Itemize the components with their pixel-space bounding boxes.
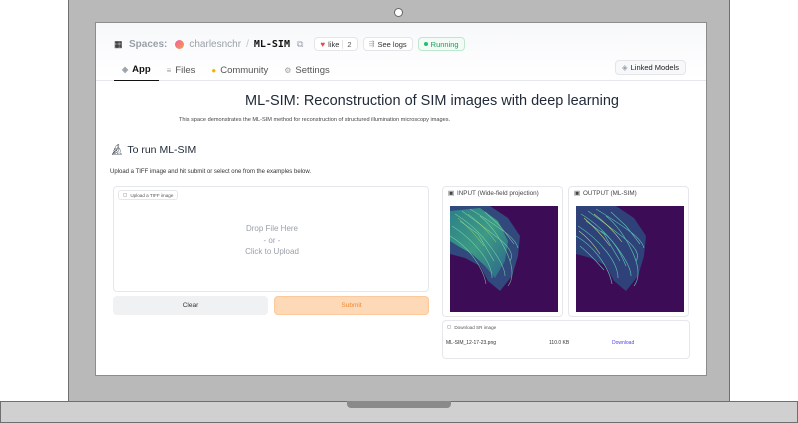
tab-community[interactable]: ● Community: [203, 59, 276, 81]
clear-button[interactable]: Clear: [113, 296, 268, 315]
owner-avatar[interactable]: [175, 39, 185, 49]
page-description: This space demonstrates the ML-SIM metho…: [179, 117, 451, 123]
browser-screen: ▦ Spaces: charlesnchr / ML-SIM ⧉ ♥ like …: [95, 22, 707, 376]
settings-icon: ⚙: [284, 65, 292, 75]
output-image-panel: ▣ OUTPUT (ML-SIM): [568, 186, 689, 317]
see-logs-label: See logs: [377, 39, 407, 49]
file-upload-dropzone[interactable]: ▢ Upload a TIFF image Drop File Here - o…: [113, 186, 429, 292]
download-filesize: 110.0 KB: [549, 340, 570, 346]
tab-settings-label: Settings: [295, 64, 330, 76]
heart-icon: ♥: [320, 39, 326, 49]
input-image: [450, 206, 558, 312]
linked-models-button[interactable]: ◈ Linked Models: [614, 60, 686, 75]
tab-settings[interactable]: ⚙ Settings: [276, 59, 338, 81]
repo-name[interactable]: ML-SIM: [254, 39, 290, 50]
linked-models-icon: ◈: [621, 63, 628, 72]
drop-line-3: Click to Upload: [245, 247, 299, 256]
laptop-frame: ▦ Spaces: charlesnchr / ML-SIM ⧉ ♥ like …: [0, 0, 798, 423]
drop-line-1: Drop File Here: [245, 224, 298, 233]
instructions-text: Upload a TIFF image and hit submit or se…: [110, 169, 311, 175]
laptop-camera: [394, 8, 403, 17]
space-header: ▦ Spaces: charlesnchr / ML-SIM ⧉ ♥ like …: [96, 23, 706, 81]
file-icon: ▢: [447, 324, 452, 329]
like-button[interactable]: ♥ like 2: [314, 37, 358, 51]
input-panel-label: ▣ INPUT (Wide-field projection): [448, 190, 539, 197]
like-count: 2: [342, 39, 352, 49]
see-logs-button[interactable]: ⇶ See logs: [362, 37, 413, 51]
laptop-notch: [347, 401, 451, 408]
submit-button[interactable]: Submit: [274, 296, 429, 315]
tab-app-label: App: [132, 64, 151, 75]
community-icon: ●: [211, 65, 217, 75]
image-icon: ▣: [574, 190, 580, 197]
copy-icon[interactable]: ⧉: [297, 39, 303, 50]
upload-label: ▢ Upload a TIFF image: [118, 190, 179, 200]
download-link[interactable]: Download: [612, 340, 634, 346]
section-heading: 🔬︎ To run ML-SIM: [110, 143, 197, 157]
drop-line-2: - or -: [263, 235, 281, 245]
upload-label-text: Upload a TIFF image: [130, 192, 174, 198]
status-badge: Running: [417, 37, 465, 51]
path-separator: /: [246, 38, 249, 50]
download-label-text: Download SR image: [454, 324, 497, 330]
files-icon: ≡: [166, 65, 172, 75]
app-icon: ◈: [122, 65, 129, 74]
owner-link[interactable]: charlesnchr: [189, 39, 241, 50]
tab-files-label: Files: [175, 64, 196, 76]
spaces-label[interactable]: Spaces:: [129, 39, 167, 50]
microscope-icon: 🔬︎: [110, 144, 124, 156]
output-image-cells: [576, 206, 684, 312]
download-filename: ML-SIM_12-17-23.png: [446, 340, 497, 346]
page-title: ML-SIM: Reconstruction of SIM images wit…: [245, 93, 619, 109]
download-box: ▢ Download SR image ML-SIM_12-17-23.png …: [442, 320, 690, 359]
output-panel-label: ▣ OUTPUT (ML-SIM): [574, 190, 637, 197]
input-image-cells: [450, 206, 558, 312]
drop-instructions: Drop File Here - or - Click to Upload: [114, 223, 430, 258]
output-panel-label-text: OUTPUT (ML-SIM): [582, 190, 637, 197]
tab-app[interactable]: ◈ App: [114, 59, 159, 81]
section-heading-text: To run ML-SIM: [127, 143, 197, 156]
image-icon: ▣: [448, 190, 454, 197]
space-tabs: ◈ App ≡ Files ● Community ⚙ Settings: [114, 59, 338, 81]
status-dot-icon: [423, 42, 428, 46]
input-panel-label-text: INPUT (Wide-field projection): [456, 190, 539, 197]
spaces-logo-icon: ▦: [114, 39, 123, 49]
linked-models-label: Linked Models: [630, 63, 679, 72]
tab-community-label: Community: [220, 64, 269, 76]
status-label: Running: [430, 39, 459, 49]
logs-icon: ⇶: [368, 41, 375, 48]
output-image: [576, 206, 684, 312]
like-label: like: [328, 39, 340, 49]
input-image-panel: ▣ INPUT (Wide-field projection): [442, 186, 563, 317]
tab-files[interactable]: ≡ Files: [159, 59, 204, 81]
download-row: ML-SIM_12-17-23.png 110.0 KB Download: [446, 340, 686, 346]
file-icon: ▢: [123, 192, 128, 197]
download-label: ▢ Download SR image: [447, 324, 496, 330]
